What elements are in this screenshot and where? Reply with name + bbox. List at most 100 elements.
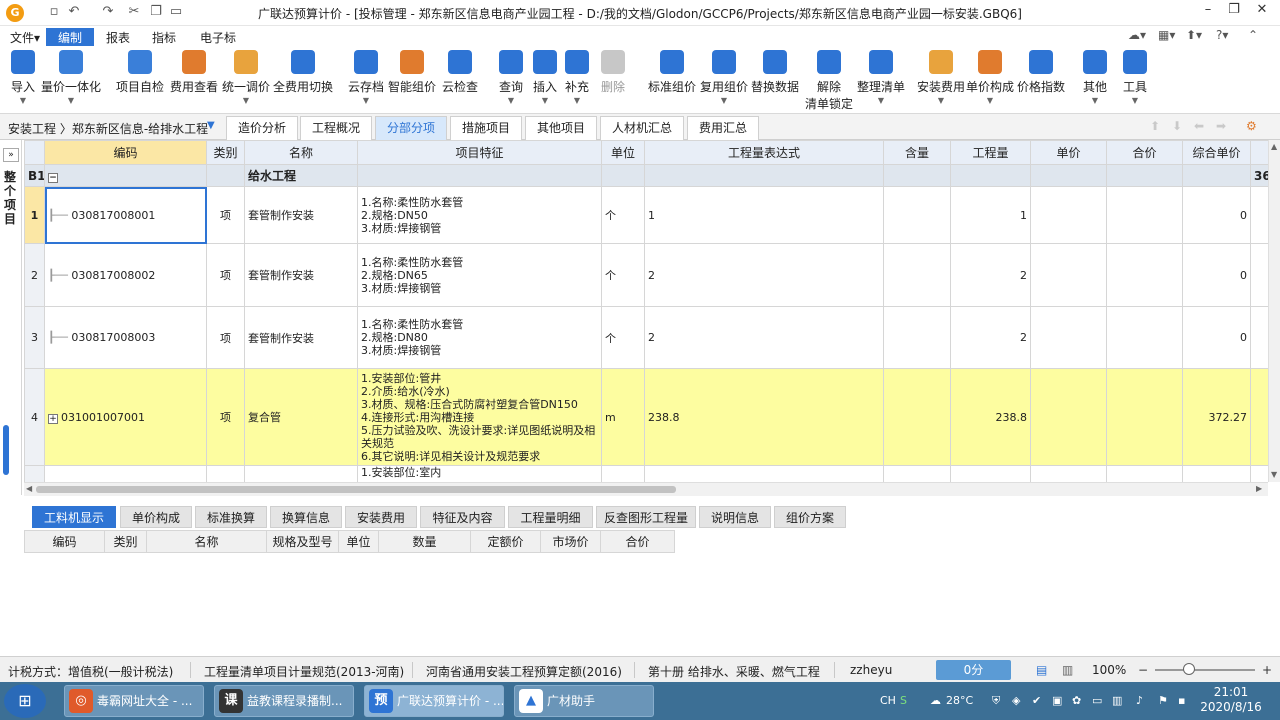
col-unit[interactable]: 单位 [338,530,379,553]
quantity-cell[interactable]: 2 [950,306,1031,369]
self-check-button[interactable]: 项目自检 [114,50,166,112]
unit-cell[interactable]: m [601,368,645,466]
monitor-icon[interactable]: ▣ [1052,694,1062,707]
composite-total-cell[interactable] [1250,368,1268,466]
volume-icon[interactable]: ♪ [1136,694,1143,707]
vertical-scrollbar[interactable]: ▲ ▼ [1268,140,1280,482]
app-tray-icon[interactable]: ▪ [1178,694,1185,707]
chevron-down-icon[interactable]: ▼ [207,120,215,131]
help-icon[interactable]: ?▾ [1216,28,1228,42]
input-method-icon[interactable]: S [900,694,907,707]
tab-install-fee[interactable]: 安装费用 [345,506,417,528]
tools-button[interactable]: 工具 ▼ [1120,50,1150,112]
taskbar-item-material-helper[interactable]: ▲ 广材助手 [514,685,654,717]
col-name[interactable]: 名称 [244,140,358,165]
table-row[interactable]: 2 ┠── 030817008002 项 套管制作安装 1.名称:柔性防水套管 2… [24,243,1268,307]
composite-total-cell[interactable] [1250,306,1268,369]
features-cell[interactable]: 1.名称:柔性防水套管 2.规格:DN50 3.材质:焊接钢管 [357,186,602,244]
price-adjust-button[interactable]: 统一调价 ▼ [220,50,272,112]
panel-slider[interactable] [3,425,9,475]
tab-measures[interactable]: 措施项目 [450,116,522,140]
expand-panel-button[interactable]: » [3,148,19,162]
table-row[interactable]: 1.安装部位:室内 [24,465,1268,482]
col-quota-price[interactable]: 定额价 [470,530,541,553]
unit-cell[interactable]: 个 [601,186,645,244]
total-price-cell[interactable] [1106,243,1183,307]
expand-icon[interactable]: ⌃ [1248,28,1258,42]
maximize-button[interactable]: ❐ [1222,2,1246,17]
row-number[interactable] [24,465,45,482]
settings-icon[interactable]: ⚙ [1246,119,1257,133]
composite-price-cell[interactable]: 0 [1182,306,1251,369]
menu-edit[interactable]: 编制 [46,28,94,46]
network-icon[interactable]: ◈ [1012,694,1020,707]
composite-total-cell[interactable] [1250,243,1268,307]
unit-price-cell[interactable] [1030,306,1107,369]
clock[interactable]: 21:01 2020/8/16 [1196,685,1266,715]
move-up-icon[interactable]: ⬆ [1150,119,1160,133]
unit-cell[interactable]: 个 [601,306,645,369]
organize-list-button[interactable]: 整理清单 ▼ [856,50,906,112]
fee-view-button[interactable]: 费用查看 [168,50,220,112]
type-cell[interactable]: 项 [206,368,245,466]
minimize-button[interactable]: – [1196,2,1220,17]
whole-project-label[interactable]: 整个项目 [4,170,18,226]
col-quantity[interactable]: 数量 [378,530,471,553]
menu-index[interactable]: 指标 [144,28,184,46]
unlock-list-button[interactable]: 解除 清单锁定 [804,50,854,112]
col-total-price[interactable]: 合价 [1106,140,1183,165]
quantity-cell[interactable]: 1 [950,186,1031,244]
integration-button[interactable]: 量价一体化 ▼ [40,50,102,112]
tab-project-overview[interactable]: 工程概况 [300,116,372,140]
wifi-icon[interactable]: ▥ [1112,694,1122,707]
code-cell[interactable] [44,465,207,482]
code-cell[interactable]: +031001007001 [44,368,207,466]
replace-data-button[interactable]: 替换数据 [750,50,800,112]
supplement-button[interactable]: 补充 ▼ [562,50,592,112]
move-right-icon[interactable]: ➡ [1216,119,1226,133]
col-content[interactable]: 含量 [883,140,951,165]
menu-ebid[interactable]: 电子标 [192,28,244,46]
scroll-down-icon[interactable]: ▼ [1271,470,1277,479]
col-total[interactable]: 合价 [600,530,675,553]
cloud-save-button[interactable]: 云存档 ▼ [346,50,386,112]
col-composite-total[interactable]: 综 [1250,140,1268,165]
expression-cell[interactable]: 2 [644,306,884,369]
features-cell[interactable]: 1.名称:柔性防水套管 2.规格:DN65 3.材质:焊接钢管 [357,243,602,307]
table-row[interactable]: 3 ┠── 030817008003 项 套管制作安装 1.名称:柔性防水套管 2… [24,306,1268,369]
shield-icon[interactable]: ⛨ [992,694,1000,708]
unit-price-cell[interactable] [1030,368,1107,466]
tab-quantity-detail[interactable]: 工程量明细 [508,506,593,528]
name-cell[interactable] [244,465,358,482]
col-spec[interactable]: 规格及型号 [266,530,339,553]
collapse-icon[interactable]: − [48,172,58,183]
delete-button[interactable]: 删除 [598,50,628,112]
content-cell[interactable] [883,186,951,244]
tab-pricing-scheme[interactable]: 组价方案 [774,506,846,528]
type-cell[interactable]: 项 [206,306,245,369]
cloud-icon[interactable]: ☁▾ [1128,28,1146,42]
taskbar-item-browser[interactable]: ◎ 毒霸网址大全 - ... [64,685,204,717]
tab-other-items[interactable]: 其他项目 [525,116,597,140]
tab-fee-summary[interactable]: 费用汇总 [687,116,759,140]
col-type[interactable]: 类别 [206,140,245,165]
zoom-slider-knob[interactable] [1183,663,1195,675]
display-icon[interactable]: ▭ [1092,694,1102,707]
zoom-in-icon[interactable]: + [1262,663,1272,677]
content-cell[interactable] [883,306,951,369]
composite-total-cell[interactable] [1250,186,1268,244]
code-cell[interactable]: ┠── 030817008001 [44,186,207,244]
total-price-cell[interactable] [1106,306,1183,369]
upload-icon[interactable]: ⬆▾ [1186,28,1202,42]
qq-icon[interactable]: ✿ [1072,694,1081,707]
menu-report[interactable]: 报表 [98,28,138,46]
name-cell[interactable]: 套管制作安装 [244,186,358,244]
horizontal-scrollbar[interactable]: ◀ ▶ [24,482,1268,496]
composite-price-cell[interactable]: 0 [1182,186,1251,244]
name-cell[interactable]: 复合管 [244,368,358,466]
content-cell[interactable] [883,243,951,307]
query-button[interactable]: 查询 ▼ [496,50,526,112]
insert-button[interactable]: 插入 ▼ [530,50,560,112]
flag-icon[interactable]: ⚑ [1158,694,1168,707]
tab-conversion-info[interactable]: 换算信息 [270,506,342,528]
